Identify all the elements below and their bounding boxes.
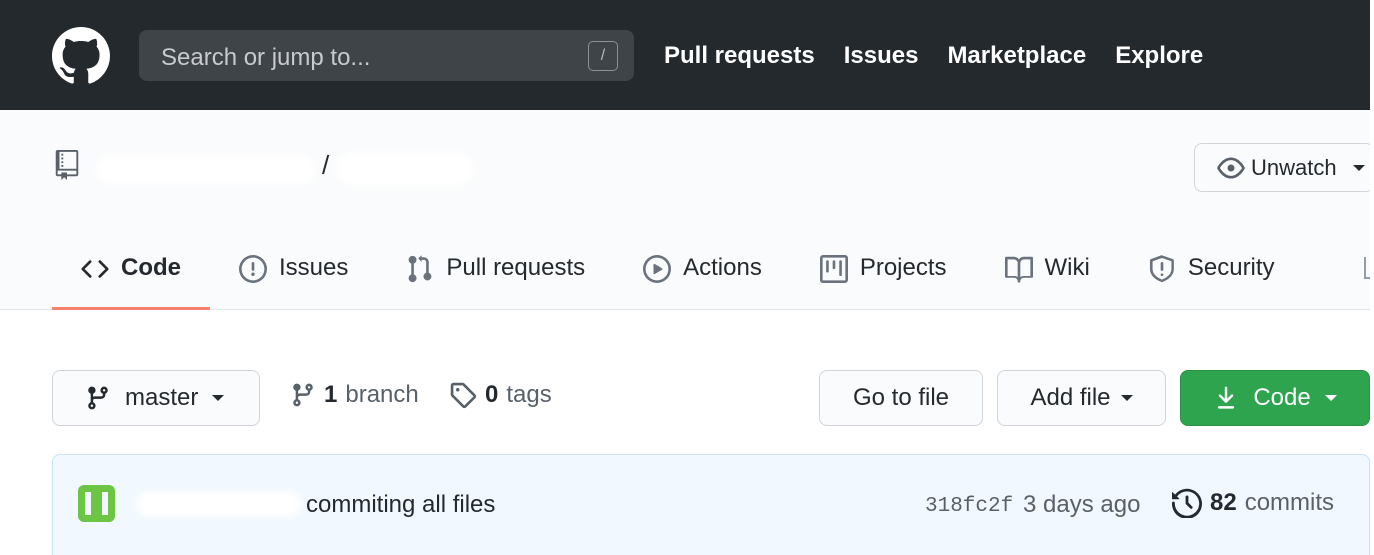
nav-marketplace[interactable]: Marketplace <box>947 42 1086 70</box>
tab-label: Projects <box>859 254 947 281</box>
nav-pull-requests[interactable]: Pull requests <box>664 42 815 70</box>
tab-issues[interactable]: Issues <box>210 240 377 310</box>
chevron-down-icon <box>212 395 225 401</box>
tab-label: Security <box>1187 254 1275 281</box>
commit-sha[interactable]: 318fc2f <box>925 495 1013 518</box>
tags-link[interactable]: 0 tags <box>449 381 552 409</box>
repo-name-redacted[interactable] <box>336 152 474 186</box>
tab-label: Code <box>121 254 181 281</box>
play-icon <box>643 255 672 283</box>
repo-path-separator: / <box>322 150 330 180</box>
code-icon <box>81 260 109 278</box>
global-nav: Pull requests Issues Marketplace Explore <box>664 42 1203 70</box>
add-file-label: Add file <box>1030 384 1111 411</box>
nav-issues[interactable]: Issues <box>844 42 919 70</box>
tab-actions[interactable]: Actions <box>614 240 791 310</box>
code-button-label: Code <box>1253 384 1311 411</box>
chevron-down-icon <box>1324 395 1337 401</box>
history-icon <box>1172 488 1202 518</box>
git-branch-icon <box>293 383 313 407</box>
shield-icon <box>1149 255 1174 283</box>
nav-explore[interactable]: Explore <box>1115 42 1203 70</box>
tag-count: 0 <box>485 381 499 408</box>
repo-tabs: Code Issues Pull requests Actions Projec… <box>52 240 1304 310</box>
commit-time[interactable]: 3 days ago <box>1023 491 1140 519</box>
search-placeholder: Search or jump to... <box>161 44 371 71</box>
tab-label: Actions <box>683 254 762 281</box>
unwatch-button[interactable]: Unwatch <box>1194 143 1374 192</box>
project-icon <box>819 255 848 283</box>
branch-word: branch <box>345 381 419 408</box>
unwatch-label: Unwatch <box>1251 154 1337 180</box>
global-header: Search or jump to... / Pull requests Iss… <box>0 0 1370 110</box>
tag-icon <box>450 382 477 409</box>
tab-wiki[interactable]: Wiki <box>976 240 1119 310</box>
go-to-file-button[interactable]: Go to file <box>819 370 983 426</box>
tab-security[interactable]: Security <box>1119 240 1304 310</box>
tag-word: tags <box>506 381 552 408</box>
code-download-button[interactable]: Code <box>1180 370 1370 426</box>
tab-projects[interactable]: Projects <box>791 240 976 310</box>
branches-link[interactable]: 1 branch <box>290 381 419 409</box>
window-edge <box>1370 0 1374 555</box>
github-octocat-icon[interactable] <box>52 27 110 85</box>
repo-icon <box>55 150 79 180</box>
repo-owner-redacted[interactable] <box>96 155 316 185</box>
branch-count: 1 <box>324 381 338 408</box>
book-icon <box>1004 256 1033 283</box>
branch-name: master <box>125 384 199 411</box>
git-pull-request-icon <box>409 255 432 283</box>
search-input[interactable]: Search or jump to... / <box>139 30 634 81</box>
tab-label: Wiki <box>1044 254 1090 281</box>
go-to-file-label: Go to file <box>852 384 950 411</box>
issue-opened-icon <box>239 255 267 283</box>
commits-link[interactable]: 82 commits <box>1172 488 1334 518</box>
add-file-button[interactable]: Add file <box>997 370 1166 426</box>
tab-label: Pull requests <box>446 254 586 281</box>
commit-word: commits <box>1244 489 1335 516</box>
commit-count: 82 <box>1210 489 1237 516</box>
tab-label: Issues <box>279 254 349 281</box>
chevron-down-icon <box>1120 395 1133 401</box>
chevron-down-icon <box>1352 164 1365 171</box>
avatar[interactable] <box>78 485 115 522</box>
branch-select-button[interactable]: master <box>52 370 260 426</box>
commit-message[interactable]: commiting all files <box>306 491 495 519</box>
download-icon <box>1218 386 1235 409</box>
tab-pull-requests[interactable]: Pull requests <box>377 240 614 310</box>
commit-author-redacted[interactable] <box>136 491 301 517</box>
eye-icon <box>1217 157 1245 178</box>
search-shortcut-key: / <box>588 41 618 71</box>
git-branch-icon <box>88 386 108 410</box>
tab-code[interactable]: Code <box>52 240 210 310</box>
